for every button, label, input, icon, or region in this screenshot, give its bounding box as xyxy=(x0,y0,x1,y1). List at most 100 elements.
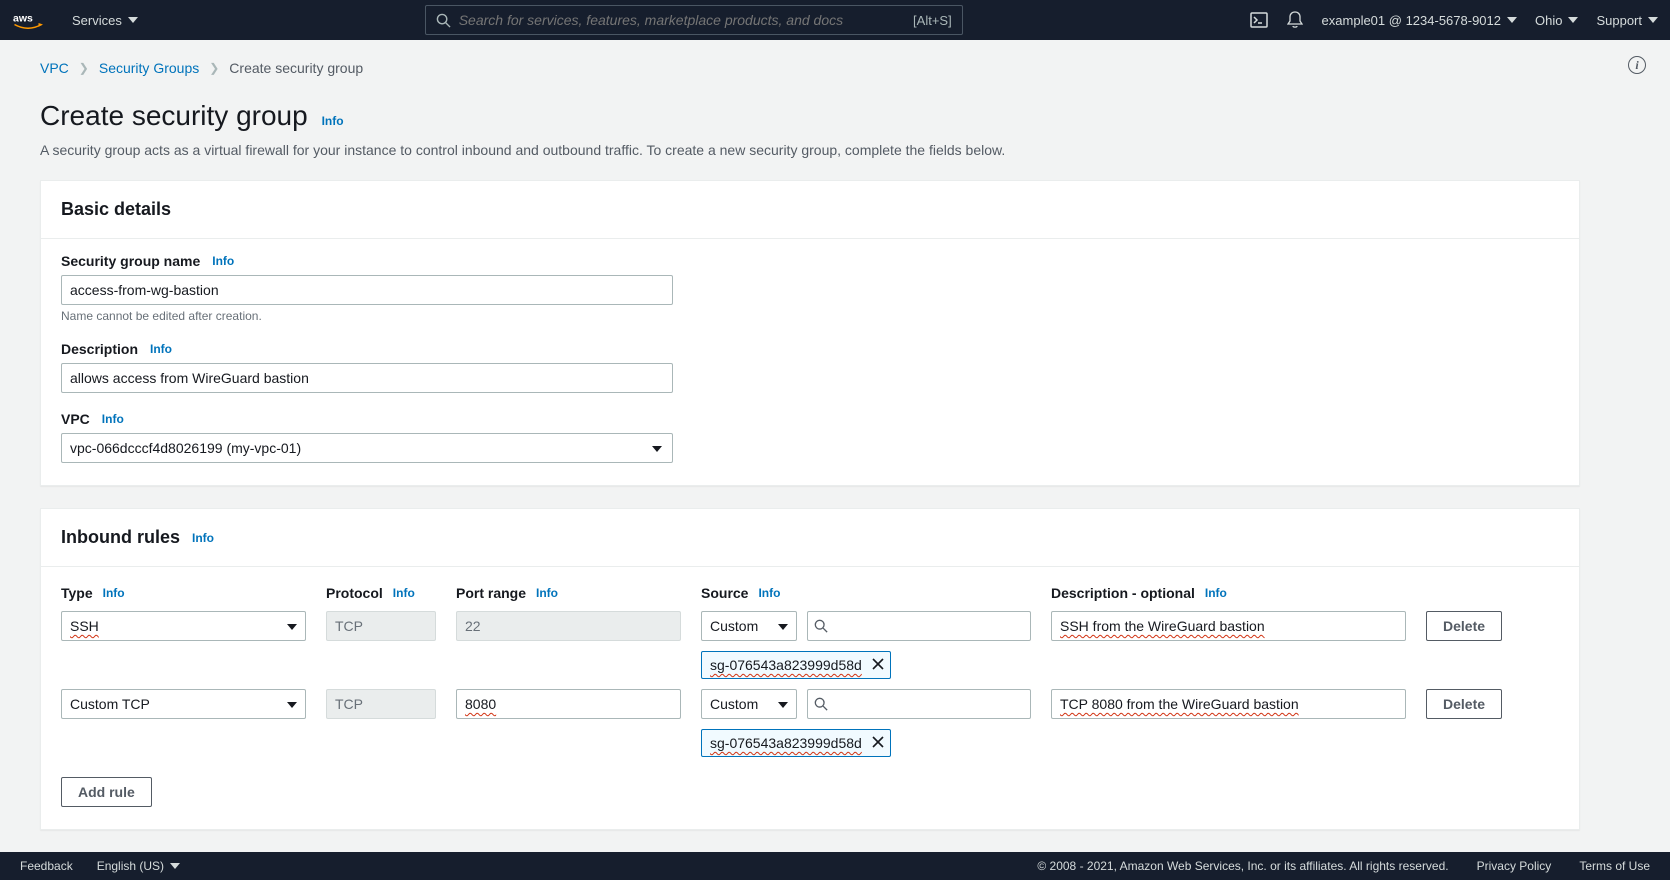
page-subtitle: A security group acts as a virtual firew… xyxy=(40,142,1580,158)
rule-source-search[interactable] xyxy=(807,689,1031,719)
support-label: Support xyxy=(1596,13,1642,28)
inbound-rules-panel: Inbound rules Info TypeInfo ProtocolInfo… xyxy=(40,508,1580,830)
privacy-link[interactable]: Privacy Policy xyxy=(1477,859,1552,873)
sg-vpc-label: VPC xyxy=(61,411,90,427)
rule-port-input[interactable]: 8080 xyxy=(456,689,681,719)
rule-source-tag-value: sg-076543a823999d58d xyxy=(710,735,862,751)
remove-tag-icon[interactable] xyxy=(872,657,884,673)
col-type: Type xyxy=(61,585,93,601)
global-search[interactable]: [Alt+S] xyxy=(425,5,963,35)
col-port: Port range xyxy=(456,585,526,601)
rule-protocol xyxy=(326,611,436,641)
services-label: Services xyxy=(72,13,122,28)
sg-name-field: Security group name Info Name cannot be … xyxy=(61,253,1559,323)
inbound-rules-title: Inbound rules xyxy=(61,527,180,548)
rule-desc-value: TCP 8080 from the WireGuard bastion xyxy=(1060,696,1299,712)
breadcrumb: VPC ❯ Security Groups ❯ Create security … xyxy=(40,60,1580,76)
col-protocol-info[interactable]: Info xyxy=(393,586,415,600)
notifications-icon[interactable] xyxy=(1286,11,1304,29)
caret-down-icon xyxy=(170,863,180,869)
sg-desc-field: Description Info xyxy=(61,341,1559,393)
caret-down-icon xyxy=(1507,17,1517,23)
copyright: © 2008 - 2021, Amazon Web Services, Inc.… xyxy=(1037,859,1448,873)
col-source-info[interactable]: Info xyxy=(758,586,780,600)
col-type-info[interactable]: Info xyxy=(103,586,125,600)
services-menu[interactable]: Services xyxy=(72,13,138,28)
sg-desc-input[interactable] xyxy=(61,363,673,393)
rule-row: Custom TCP 8080 Custom xyxy=(61,689,1559,757)
search-shortcut: [Alt+S] xyxy=(913,13,952,28)
search-icon xyxy=(814,619,828,633)
caret-down-icon xyxy=(652,446,662,452)
top-nav: aws Services [Alt+S] example01 @ 1234-56… xyxy=(0,0,1670,40)
basic-details-header: Basic details xyxy=(41,181,1579,239)
sg-desc-info[interactable]: Info xyxy=(150,342,172,356)
rule-type-value: SSH xyxy=(70,618,99,634)
caret-down-icon xyxy=(287,702,297,708)
col-desc-info[interactable]: Info xyxy=(1205,586,1227,600)
rule-protocol xyxy=(326,689,436,719)
rule-desc-input[interactable]: SSH from the WireGuard bastion xyxy=(1051,611,1406,641)
rule-port xyxy=(456,611,681,641)
sg-vpc-select[interactable]: vpc-066dcccf4d8026199 (my-vpc-01) xyxy=(61,433,673,463)
rule-source-mode[interactable]: Custom xyxy=(701,689,797,719)
page-scroll[interactable]: VPC ❯ Security Groups ❯ Create security … xyxy=(0,40,1670,852)
support-menu[interactable]: Support xyxy=(1596,13,1658,28)
inbound-rules-info[interactable]: Info xyxy=(192,531,214,545)
search-input[interactable] xyxy=(459,12,913,28)
sg-name-info[interactable]: Info xyxy=(212,254,234,268)
delete-rule-button[interactable]: Delete xyxy=(1426,611,1502,641)
account-menu[interactable]: example01 @ 1234-5678-9012 xyxy=(1322,13,1517,28)
rule-source-mode[interactable]: Custom xyxy=(701,611,797,641)
sg-vpc-info[interactable]: Info xyxy=(102,412,124,426)
main-content: VPC ❯ Security Groups ❯ Create security … xyxy=(0,40,1620,852)
terms-link[interactable]: Terms of Use xyxy=(1579,859,1650,873)
breadcrumb-security-groups[interactable]: Security Groups xyxy=(99,60,199,76)
cloudshell-icon[interactable] xyxy=(1250,11,1268,29)
chevron-right-icon: ❯ xyxy=(209,61,219,75)
sg-vpc-field: VPC Info vpc-066dcccf4d8026199 (my-vpc-0… xyxy=(61,411,1559,463)
sg-name-hint: Name cannot be edited after creation. xyxy=(61,309,1559,323)
footer: Feedback English (US) © 2008 - 2021, Ama… xyxy=(0,852,1670,880)
breadcrumb-vpc[interactable]: VPC xyxy=(40,60,69,76)
feedback-link[interactable]: Feedback xyxy=(20,859,73,873)
rule-source-mode-value: Custom xyxy=(710,696,758,712)
sg-vpc-value: vpc-066dcccf4d8026199 (my-vpc-01) xyxy=(70,440,301,456)
rule-desc-input[interactable]: TCP 8080 from the WireGuard bastion xyxy=(1051,689,1406,719)
rule-type-select[interactable]: SSH xyxy=(61,611,306,641)
aws-logo-icon: aws xyxy=(12,11,44,29)
search-icon xyxy=(436,13,451,28)
col-port-info[interactable]: Info xyxy=(536,586,558,600)
language-label: English (US) xyxy=(97,859,164,873)
delete-rule-button[interactable]: Delete xyxy=(1426,689,1502,719)
rule-source-search[interactable] xyxy=(807,611,1031,641)
col-source: Source xyxy=(701,585,748,601)
sg-name-input[interactable] xyxy=(61,275,673,305)
rule-desc-value: SSH from the WireGuard bastion xyxy=(1060,618,1265,634)
remove-tag-icon[interactable] xyxy=(872,735,884,751)
svg-text:aws: aws xyxy=(13,13,33,25)
region-label: Ohio xyxy=(1535,13,1562,28)
page-header: Create security group Info A security gr… xyxy=(40,100,1580,158)
rule-source-mode-value: Custom xyxy=(710,618,758,634)
page-title: Create security group xyxy=(40,100,308,131)
caret-down-icon xyxy=(287,624,297,630)
caret-down-icon xyxy=(128,17,138,23)
caret-down-icon xyxy=(778,702,788,708)
rule-type-select[interactable]: Custom TCP xyxy=(61,689,306,719)
rule-port-value: 8080 xyxy=(465,696,496,712)
rule-source-tag: sg-076543a823999d58d xyxy=(701,651,891,679)
caret-down-icon xyxy=(778,624,788,630)
inbound-rules-header: Inbound rules Info xyxy=(41,509,1579,567)
language-menu[interactable]: English (US) xyxy=(97,859,180,873)
region-menu[interactable]: Ohio xyxy=(1535,13,1578,28)
rule-source-tag: sg-076543a823999d58d xyxy=(701,729,891,757)
page-title-info[interactable]: Info xyxy=(322,114,344,128)
col-desc: Description - optional xyxy=(1051,585,1195,601)
add-rule-button[interactable]: Add rule xyxy=(61,777,152,807)
rule-row: SSH Custom xyxy=(61,611,1559,679)
rules-columns: TypeInfo ProtocolInfo Port rangeInfo Sou… xyxy=(61,585,1559,601)
sg-desc-label: Description xyxy=(61,341,138,357)
caret-down-icon xyxy=(1568,17,1578,23)
sg-name-label: Security group name xyxy=(61,253,200,269)
